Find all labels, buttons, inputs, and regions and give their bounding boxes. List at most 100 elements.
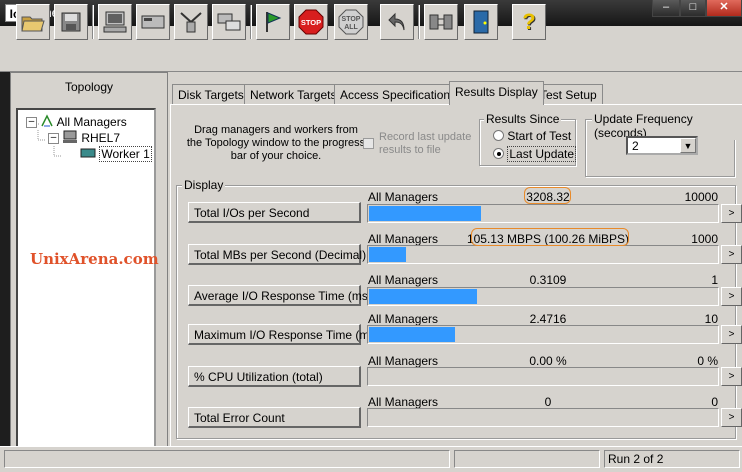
metric-max: 1 — [711, 273, 718, 287]
disconnect-icon — [429, 14, 453, 30]
topology-tree[interactable]: – All Managers – RHEL7 Worker 1 — [16, 108, 156, 456]
svg-text:ALL: ALL — [344, 24, 358, 31]
record-results-label: Record last update results to file — [379, 131, 472, 156]
close-button[interactable]: ✕ — [706, 0, 742, 17]
metric-value: 0.3109 — [529, 273, 567, 287]
toolbar-separator — [250, 5, 252, 39]
stop-button[interactable]: STOP — [294, 4, 328, 40]
record-results-checkbox[interactable] — [363, 138, 374, 149]
metric-max: 10000 — [684, 190, 718, 204]
radio-start-of-test[interactable]: Start of Test — [493, 129, 571, 143]
stop-sign-icon: STOP — [298, 9, 324, 35]
tab-disk-targets[interactable]: Disk Targets — [172, 84, 250, 104]
maximize-button[interactable]: □ — [680, 0, 706, 17]
green-flag-icon — [266, 12, 282, 32]
tree-label: All Managers — [56, 115, 127, 129]
metric-button[interactable]: % CPU Utilization (total) — [188, 366, 361, 387]
collapse-toggle[interactable]: – — [26, 117, 37, 128]
metric-max: 10 — [704, 312, 718, 326]
svg-text:STOP: STOP — [342, 16, 361, 23]
door-exit-icon — [473, 10, 489, 34]
progress-fill — [369, 247, 406, 262]
metric-progress-bar[interactable] — [367, 408, 719, 427]
open-config-button[interactable] — [16, 4, 50, 40]
metric-progress-bar[interactable] — [367, 325, 719, 344]
tree-label: RHEL7 — [81, 131, 121, 145]
tree-item-all-managers[interactable]: All Managers — [40, 114, 127, 129]
new-manager-button[interactable] — [98, 4, 132, 40]
about-button[interactable]: ? — [512, 4, 546, 40]
tree-item-worker[interactable]: Worker 1 — [80, 146, 152, 162]
metric-button[interactable]: Average I/O Response Time (ms) — [188, 285, 372, 306]
tab-test-setup[interactable]: Test Setup — [534, 84, 603, 104]
select-value: 2 — [632, 139, 639, 153]
start-tests-button[interactable] — [256, 4, 290, 40]
computer-icon — [63, 130, 77, 143]
toolbar-separator — [418, 5, 420, 39]
metric-expand-button[interactable]: > — [721, 245, 742, 264]
metric-button[interactable]: Total MBs per Second (Decimal) — [188, 244, 366, 265]
metric-button[interactable]: Total Error Count — [188, 407, 361, 428]
update-frequency-select[interactable]: 2 ▼ — [626, 136, 698, 155]
radio-last-update[interactable]: Last Update — [493, 146, 577, 162]
disconnect-button[interactable] — [424, 4, 458, 40]
tree-label: Worker 1 — [99, 146, 152, 162]
tab-network-targets[interactable]: Network Targets — [244, 84, 343, 104]
disk-worker-icon — [80, 148, 96, 158]
run-status: Run 2 of 2 — [604, 450, 740, 468]
chevron-down-icon[interactable]: ▼ — [680, 138, 696, 153]
drag-hint: Drag managers and workers from the Topol… — [186, 124, 366, 162]
exit-button[interactable] — [464, 4, 498, 40]
duplicate-icon — [217, 13, 241, 31]
radio-label: Start of Test — [507, 129, 572, 143]
disk-worker-icon — [141, 15, 165, 29]
metric-expand-button[interactable]: > — [721, 204, 742, 223]
progress-fill — [369, 206, 481, 221]
svg-text:STOP: STOP — [301, 18, 321, 27]
tab-results-display[interactable]: Results Display — [449, 81, 544, 105]
metric-expand-button[interactable]: > — [721, 287, 742, 306]
metric-scope: All Managers — [368, 273, 439, 287]
metric-scope: All Managers — [368, 190, 439, 204]
metric-progress-bar[interactable] — [367, 287, 719, 306]
duplicate-worker-button[interactable] — [212, 4, 246, 40]
progress-fill — [369, 327, 455, 342]
metric-expand-button[interactable]: > — [721, 367, 742, 386]
metric-progress-bar[interactable] — [367, 204, 719, 223]
metric-scope: All Managers — [368, 312, 439, 326]
results-since-legend: Results Since — [484, 112, 562, 126]
metric-scope: All Managers — [368, 354, 439, 368]
new-network-worker-button[interactable] — [174, 4, 208, 40]
metric-expand-button[interactable]: > — [721, 408, 742, 427]
metric-button[interactable]: Total I/Os per Second — [188, 202, 361, 223]
save-config-button[interactable] — [54, 4, 88, 40]
folder-open-icon — [21, 16, 45, 32]
metric-progress-bar[interactable] — [367, 245, 719, 264]
new-disk-worker-button[interactable] — [136, 4, 170, 40]
tree-item-manager[interactable]: RHEL7 — [62, 130, 120, 145]
annotation-highlight — [471, 228, 629, 246]
progress-fill — [369, 289, 477, 304]
toolbar-separator — [92, 5, 94, 39]
topology-title: Topology — [64, 80, 114, 94]
metric-button[interactable]: Maximum I/O Response Time (ms) — [188, 324, 379, 345]
metric-expand-button[interactable]: > — [721, 325, 742, 344]
collapse-toggle[interactable]: – — [48, 133, 59, 144]
tab-access-specifications[interactable]: Access Specifications — [334, 84, 463, 104]
status-field — [454, 450, 600, 468]
radio-label: Last Update — [507, 146, 577, 162]
network-tree-icon — [41, 114, 53, 127]
stop-all-icon: STOPALL — [338, 9, 364, 35]
radio-button[interactable] — [493, 130, 504, 141]
reset-workers-button[interactable] — [380, 4, 414, 40]
question-icon: ? — [522, 9, 536, 34]
metric-progress-bar[interactable] — [367, 367, 719, 386]
minimize-button[interactable]: – — [652, 0, 680, 17]
metric-max: 0 — [711, 395, 718, 409]
display-legend: Display — [182, 178, 226, 192]
save-icon — [61, 12, 81, 32]
radio-button[interactable] — [493, 148, 504, 159]
metric-value: 0.00 % — [529, 354, 567, 368]
stop-all-button[interactable]: STOP ALL — [334, 4, 368, 40]
metric-value: 2.4716 — [529, 312, 567, 326]
